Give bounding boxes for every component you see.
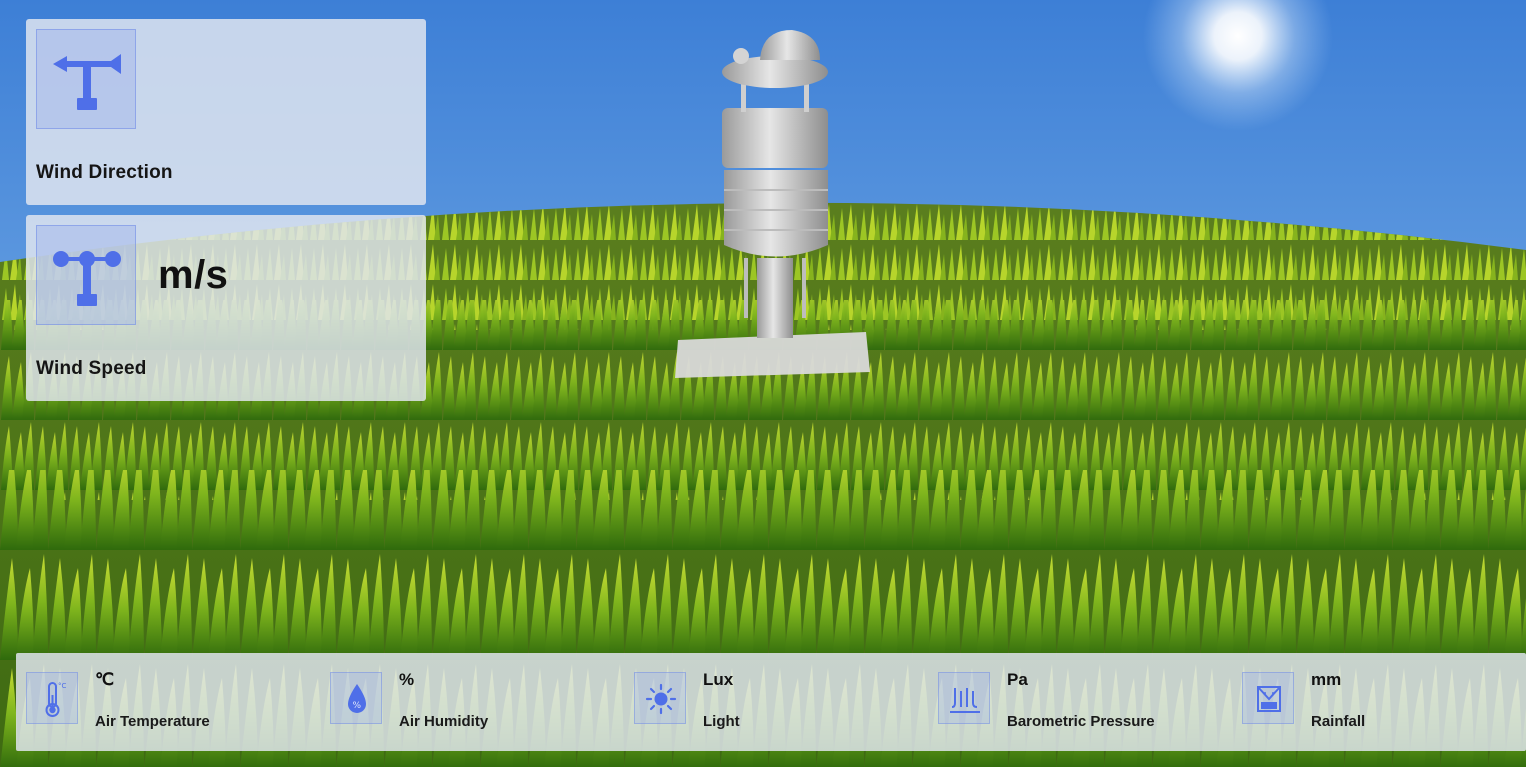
wind-speed-label: Wind Speed [36, 358, 147, 379]
humidity-drop-icon: % [330, 672, 382, 724]
wind-direction-label: Wind Direction [36, 162, 173, 183]
barometric-pressure-label: Barometric Pressure [1007, 713, 1155, 730]
wind-speed-unit: m/s [158, 253, 229, 297]
rainfall-unit: mm [1311, 670, 1342, 689]
light-label: Light [703, 713, 740, 730]
svg-text:%: % [353, 701, 362, 711]
wind-direction-card: Wind Direction [26, 19, 426, 205]
air-humidity-unit: % [399, 670, 415, 689]
air-temperature-unit: ℃ [95, 670, 115, 689]
sensor-rainfall: mm Rainfall [1242, 669, 1526, 730]
sensor-barometric-pressure: Pa Barometric Pressure [938, 669, 1228, 730]
air-temperature-label: Air Temperature [95, 713, 210, 730]
barometric-pressure-unit: Pa [1007, 670, 1028, 689]
thermometer-icon: °C [26, 672, 78, 724]
sensor-light: Lux Light [634, 669, 924, 730]
sun-icon [634, 672, 686, 724]
sensor-bar: °C ℃ Air Temperature % % Air Humidity Lu… [16, 653, 1526, 751]
pressure-icon [938, 672, 990, 724]
svg-text:°C: °C [58, 682, 67, 690]
light-unit: Lux [703, 670, 734, 689]
rainfall-label: Rainfall [1311, 713, 1366, 730]
anemometer-icon [36, 225, 136, 325]
sensor-air-humidity: % % Air Humidity [330, 669, 620, 730]
sensor-air-temperature: °C ℃ Air Temperature [26, 669, 316, 730]
rain-gauge-icon [1242, 672, 1294, 724]
air-humidity-label: Air Humidity [399, 713, 489, 730]
wind-speed-card: m/s Wind Speed [26, 215, 426, 401]
wind-vane-icon [36, 29, 136, 129]
